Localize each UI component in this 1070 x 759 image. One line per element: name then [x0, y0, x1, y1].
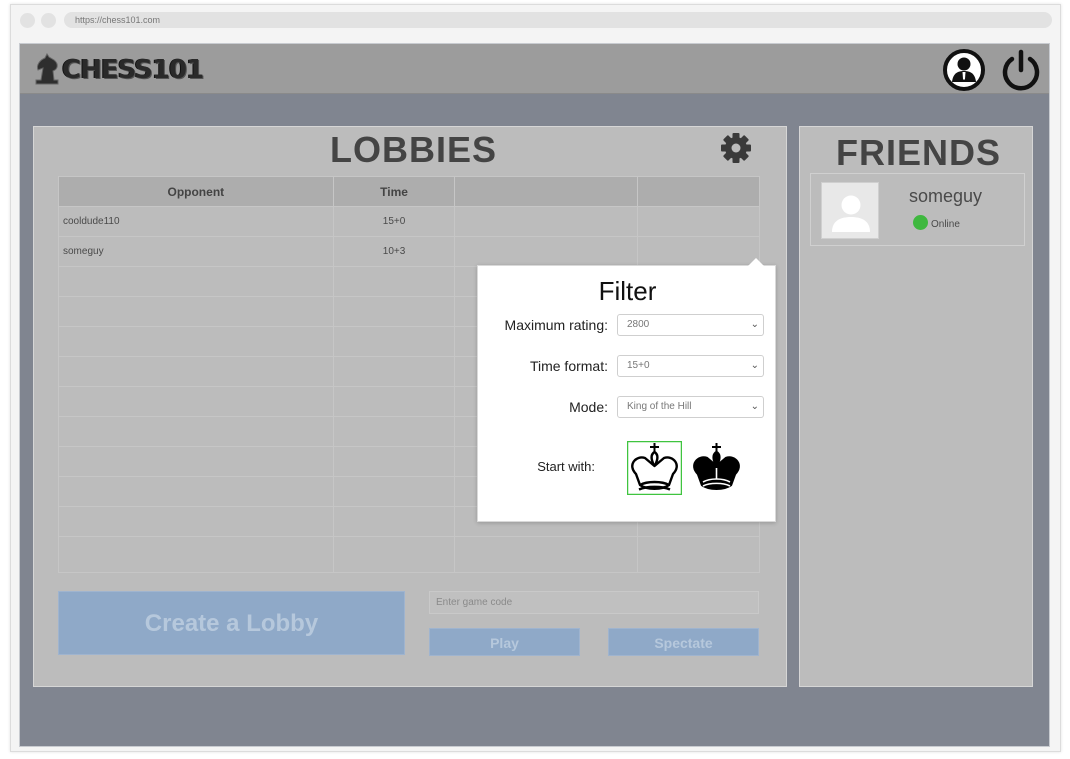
- app: CHESS101 LOBBIES Opponent Time cooldude1…: [19, 43, 1050, 747]
- mode-label: Mode:: [569, 399, 608, 415]
- table-row[interactable]: cooldude110 15+0: [58, 206, 760, 237]
- online-status-icon: [913, 215, 928, 230]
- max-rating-select[interactable]: 2800 ⌄: [617, 314, 764, 336]
- lobbies-title: LOBBIES: [330, 129, 498, 170]
- max-rating-value: 2800: [627, 319, 650, 330]
- time-format-select[interactable]: 15+0 ⌄: [617, 355, 764, 377]
- power-icon[interactable]: [999, 48, 1043, 92]
- avatar: [821, 182, 879, 239]
- black-king-icon[interactable]: [689, 441, 744, 495]
- table-row-empty: [58, 536, 760, 573]
- time-format-value: 15+0: [627, 360, 650, 371]
- friend-status: Online: [931, 219, 960, 230]
- top-bar: CHESS101: [20, 44, 1049, 94]
- popup-pointer: [748, 258, 764, 266]
- table-cell: [637, 206, 760, 237]
- table-cell: [454, 236, 639, 267]
- table-cell: [454, 206, 639, 237]
- column-header: [637, 176, 760, 207]
- window-control[interactable]: [20, 13, 35, 28]
- filter-popup: Filter Maximum rating: 2800 ⌄ Time forma…: [477, 258, 776, 522]
- default-avatar-icon: [832, 195, 870, 232]
- user-profile-icon[interactable]: [942, 48, 986, 92]
- friends-title: FRIENDS: [836, 132, 1002, 173]
- time-format-label: Time format:: [529, 358, 608, 374]
- table-header-row: Opponent Time: [58, 176, 760, 207]
- window-control[interactable]: [41, 13, 56, 28]
- play-button[interactable]: Play: [429, 628, 580, 656]
- logo[interactable]: CHESS101: [32, 52, 204, 88]
- chevron-down-icon: ⌄: [750, 401, 759, 412]
- table-cell: [637, 236, 760, 267]
- column-header-opponent: Opponent: [58, 176, 334, 207]
- time-cell: 10+3: [332, 236, 456, 267]
- start-with-label: Start with:: [537, 459, 595, 474]
- logo-text: CHESS101: [62, 55, 204, 85]
- filter-title: Filter: [598, 276, 657, 306]
- game-code-input[interactable]: Enter game code: [429, 591, 759, 614]
- friend-name: someguy: [909, 186, 983, 206]
- column-header: [454, 176, 639, 207]
- chevron-down-icon: ⌄: [750, 319, 759, 330]
- chevron-down-icon: ⌄: [750, 360, 759, 371]
- friends-panel: FRIENDS someguy Online: [799, 126, 1033, 687]
- time-cell: 15+0: [332, 206, 456, 237]
- white-king-icon[interactable]: [627, 441, 682, 495]
- column-header-time: Time: [332, 176, 456, 207]
- create-lobby-button[interactable]: Create a Lobby: [58, 591, 405, 655]
- max-rating-label: Maximum rating:: [504, 317, 608, 333]
- knight-logo-icon: [35, 53, 59, 85]
- spectate-button[interactable]: Spectate: [608, 628, 759, 656]
- mode-value: King of the Hill: [627, 401, 692, 412]
- gear-icon[interactable]: [720, 132, 752, 164]
- friend-card[interactable]: someguy Online: [810, 173, 1025, 246]
- browser-window: https://chess101.com CHESS101 LOBBIES Op…: [10, 4, 1061, 752]
- mode-select[interactable]: King of the Hill ⌄: [617, 396, 764, 418]
- lobbies-panel: LOBBIES Opponent Time cooldude110 15+0 s…: [33, 126, 787, 687]
- opponent-cell: cooldude110: [58, 206, 334, 237]
- opponent-cell: someguy: [58, 236, 334, 267]
- address-bar[interactable]: https://chess101.com: [64, 12, 1052, 28]
- table-row[interactable]: someguy 10+3: [58, 236, 760, 267]
